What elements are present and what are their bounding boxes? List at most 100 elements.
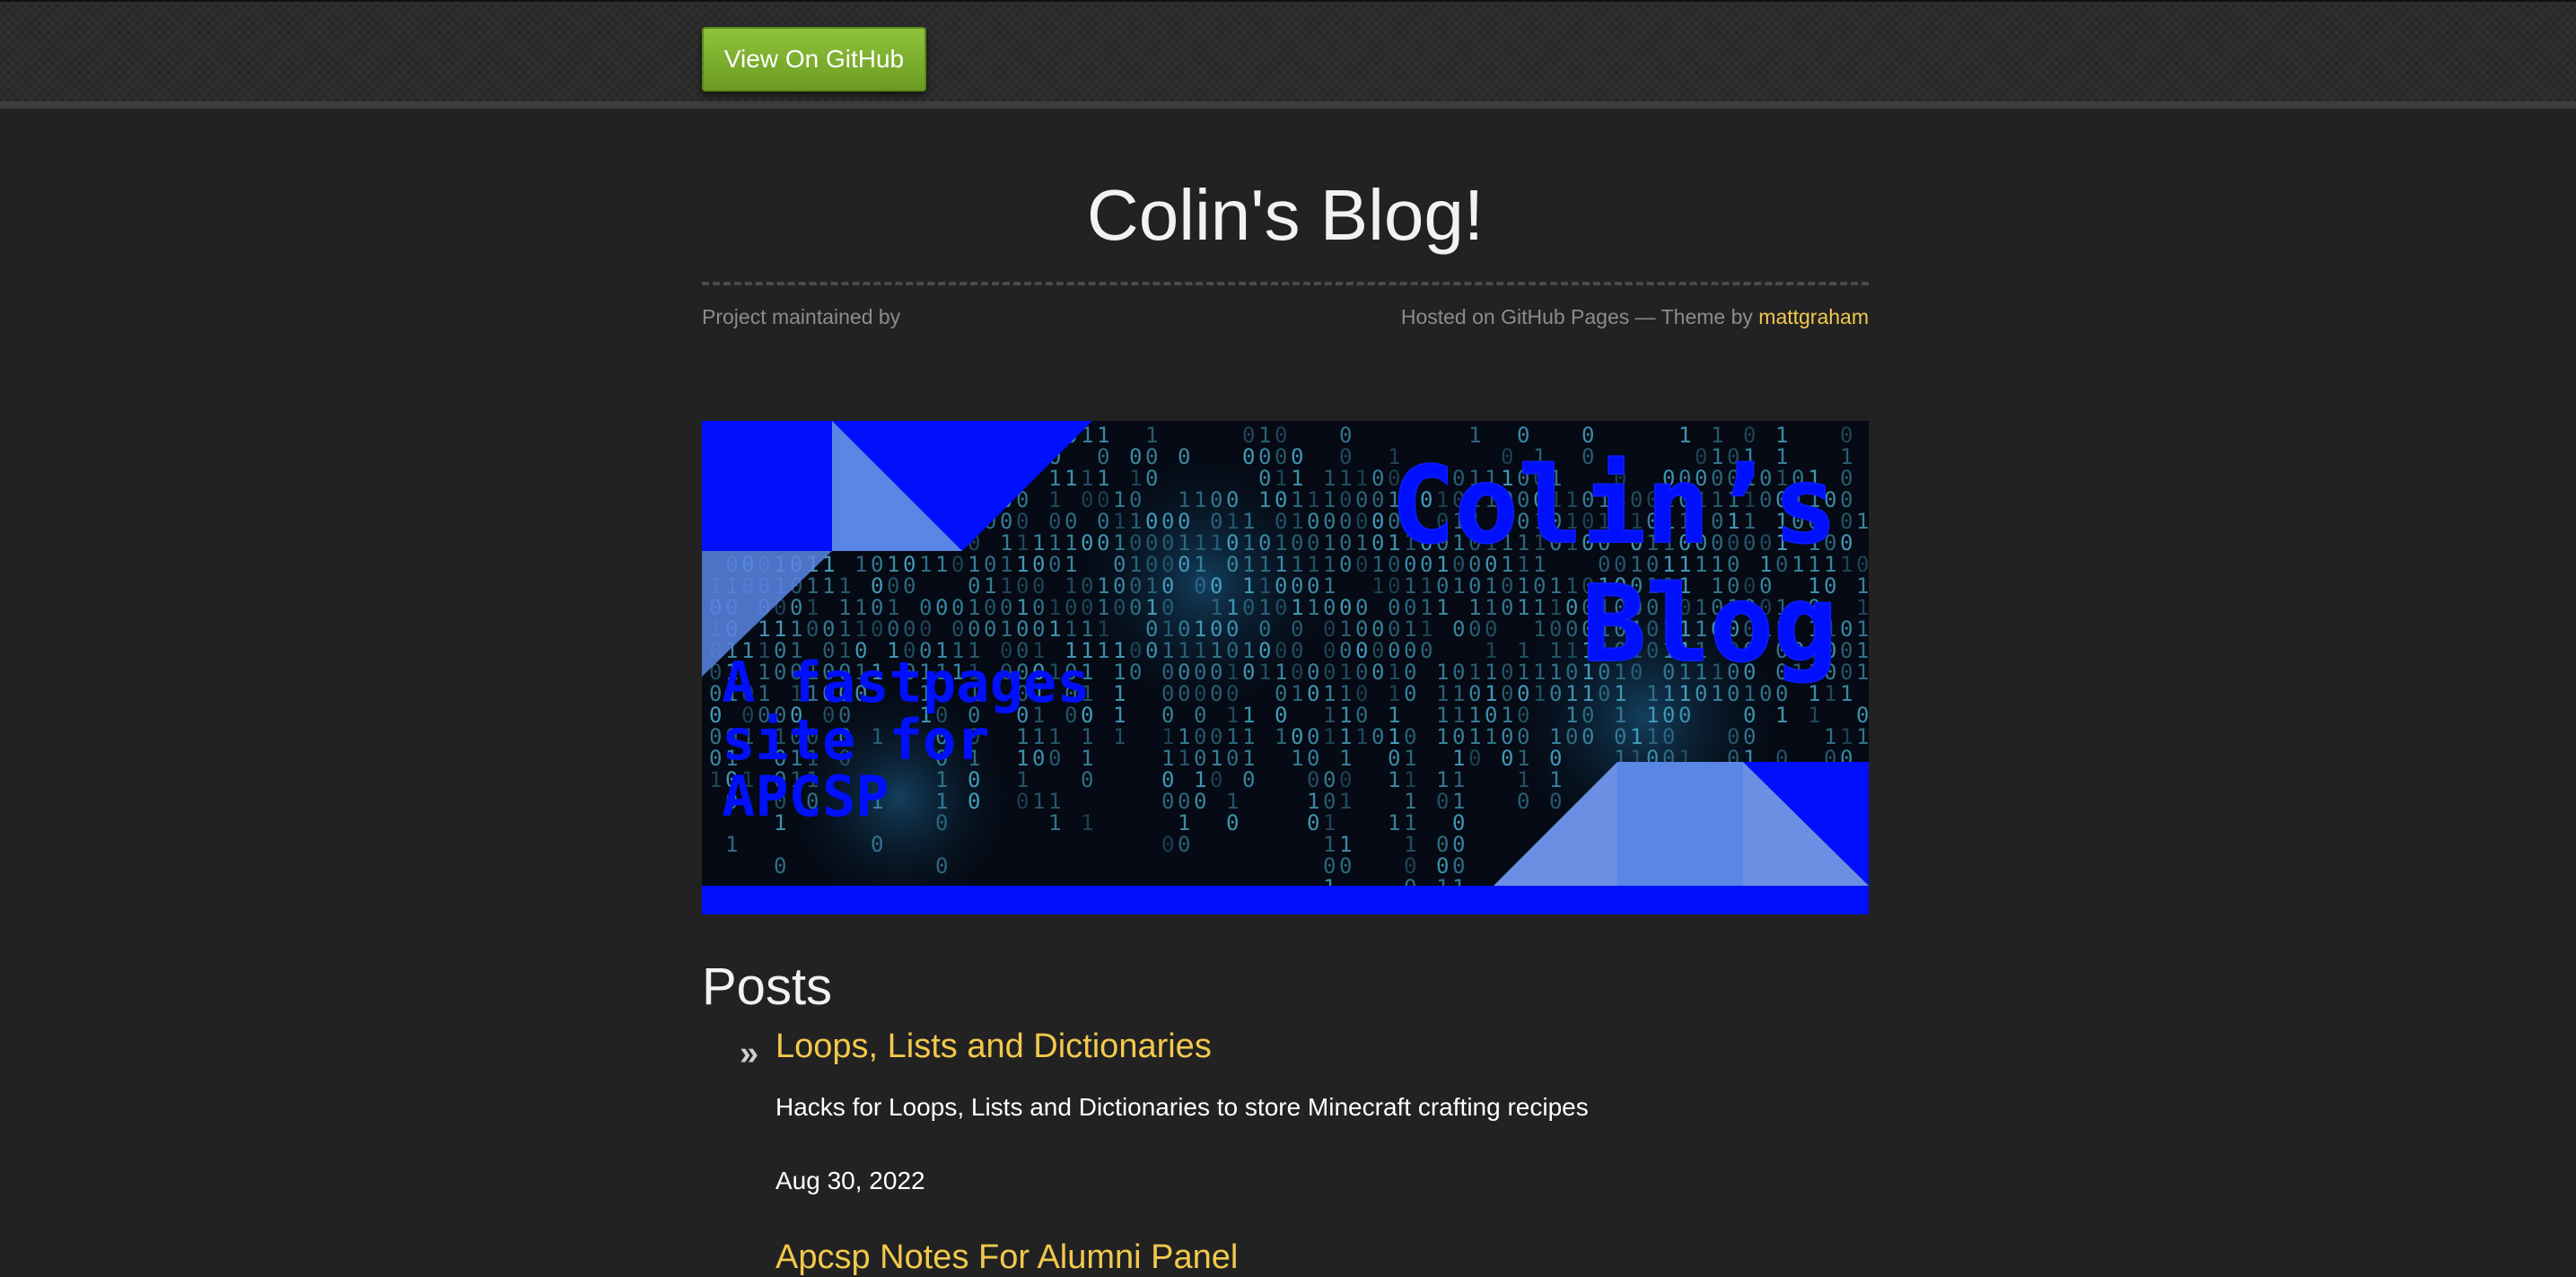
svg-text:0: 0 xyxy=(1517,789,1529,814)
svg-text:1: 1 xyxy=(822,573,835,599)
svg-text:0: 0 xyxy=(1048,552,1061,577)
post-description: Hacks for Loops, Lists and Dictionaries … xyxy=(775,1093,1589,1121)
svg-text:0: 0 xyxy=(1242,444,1255,469)
svg-text:0: 0 xyxy=(1420,638,1433,663)
top-bar: View On GitHub xyxy=(0,0,2576,109)
post-title-link[interactable]: Loops, Lists and Dictionaries xyxy=(775,1028,1212,1066)
svg-text:0: 0 xyxy=(1097,530,1109,555)
svg-text:1: 1 xyxy=(1307,595,1319,620)
svg-text:0: 0 xyxy=(1339,853,1352,879)
svg-text:1: 1 xyxy=(1485,724,1497,749)
svg-text:0: 0 xyxy=(1113,595,1126,620)
svg-text:1: 1 xyxy=(1452,573,1465,599)
svg-text:0: 0 xyxy=(1081,530,1093,555)
svg-text:1: 1 xyxy=(1081,810,1093,835)
svg-text:0: 0 xyxy=(1081,487,1093,512)
svg-text:1: 1 xyxy=(1065,466,1077,491)
banner-bottom-bar xyxy=(702,886,1869,914)
svg-text:0: 0 xyxy=(1242,660,1255,685)
svg-text:0: 0 xyxy=(1178,832,1190,857)
svg-text:1: 1 xyxy=(1436,595,1449,620)
svg-text:1: 1 xyxy=(1275,724,1287,749)
svg-text:1: 1 xyxy=(1048,810,1061,835)
svg-text:0: 0 xyxy=(1549,681,1562,706)
svg-text:1: 1 xyxy=(1113,724,1126,749)
svg-text:0: 0 xyxy=(935,595,948,620)
svg-text:0: 0 xyxy=(1307,810,1319,835)
svg-text:0: 0 xyxy=(1452,617,1465,642)
banner-subtitle-line3: APCSP xyxy=(722,764,889,829)
svg-text:0: 0 xyxy=(1355,552,1368,577)
svg-text:0: 0 xyxy=(1242,767,1255,792)
hosted-on-text: Hosted on GitHub Pages — Theme by xyxy=(1400,305,1753,328)
posts-heading: Posts xyxy=(702,958,833,1016)
svg-text:1: 1 xyxy=(1533,681,1546,706)
svg-text:1: 1 xyxy=(709,767,722,792)
svg-text:1: 1 xyxy=(1291,746,1303,771)
site-title: Colin's Blog! xyxy=(1086,175,1485,255)
svg-text:1: 1 xyxy=(725,832,738,857)
project-maintained-by: Project maintained by xyxy=(702,305,901,328)
svg-text:1: 1 xyxy=(1388,767,1400,792)
svg-text:0: 0 xyxy=(1226,810,1239,835)
svg-text:1: 1 xyxy=(1097,638,1109,663)
svg-text:0: 0 xyxy=(1032,746,1045,771)
svg-text:0: 0 xyxy=(871,617,883,642)
svg-text:0: 0 xyxy=(1129,660,1142,685)
svg-text:0: 0 xyxy=(1226,552,1239,577)
svg-text:1: 1 xyxy=(1355,724,1368,749)
svg-text:0: 0 xyxy=(1016,789,1029,814)
svg-text:0: 0 xyxy=(1210,767,1222,792)
banner-title-line2: Blog xyxy=(1582,562,1837,686)
svg-text:0: 0 xyxy=(984,617,996,642)
svg-text:0: 0 xyxy=(1371,660,1384,685)
blog-banner-image: 1011010000001110101001110100101001001101… xyxy=(702,421,1869,914)
svg-text:0: 0 xyxy=(1161,789,1174,814)
svg-text:0: 0 xyxy=(1194,573,1206,599)
banner-title-line1: Colin’s xyxy=(1391,443,1837,567)
svg-text:0: 0 xyxy=(1210,681,1222,706)
svg-text:0: 0 xyxy=(774,853,786,879)
svg-text:0: 0 xyxy=(1081,767,1093,792)
svg-text:0: 0 xyxy=(903,573,916,599)
svg-text:1: 1 xyxy=(919,552,932,577)
svg-text:0: 0 xyxy=(1048,746,1061,771)
svg-text:0: 0 xyxy=(935,853,948,879)
svg-text:1: 1 xyxy=(1840,681,1853,706)
svg-text:0: 0 xyxy=(1501,746,1513,771)
svg-text:1: 1 xyxy=(1258,487,1271,512)
svg-text:0: 0 xyxy=(1307,681,1319,706)
svg-text:1: 1 xyxy=(1323,724,1336,749)
svg-text:0: 0 xyxy=(951,552,964,577)
view-on-github-button[interactable]: View On GitHub xyxy=(702,27,926,92)
double-chevron-icon: » xyxy=(740,1035,759,1072)
svg-text:0: 0 xyxy=(1145,638,1158,663)
svg-text:0: 0 xyxy=(1371,724,1384,749)
banner-subtitle-line1: A fastpages xyxy=(722,650,1091,715)
svg-text:0: 0 xyxy=(1582,724,1594,749)
svg-text:0: 0 xyxy=(1161,832,1174,857)
svg-text:1: 1 xyxy=(1533,617,1546,642)
theme-author-link[interactable]: mattgraham xyxy=(1758,305,1869,328)
svg-text:1: 1 xyxy=(1194,487,1206,512)
svg-text:0: 0 xyxy=(1178,444,1190,469)
svg-text:1: 1 xyxy=(1291,681,1303,706)
svg-text:0: 0 xyxy=(968,789,980,814)
svg-text:1: 1 xyxy=(1032,789,1045,814)
svg-text:0: 0 xyxy=(1501,595,1513,620)
svg-text:0: 0 xyxy=(1339,552,1352,577)
svg-text:1: 1 xyxy=(1808,703,1820,728)
svg-text:0: 0 xyxy=(935,810,948,835)
svg-text:1: 1 xyxy=(1517,595,1529,620)
svg-text:0: 0 xyxy=(1242,595,1255,620)
svg-text:0: 0 xyxy=(871,832,883,857)
svg-text:0: 0 xyxy=(1178,681,1190,706)
svg-text:1: 1 xyxy=(1178,746,1190,771)
svg-text:1: 1 xyxy=(1258,660,1271,685)
hosting-credit: Hosted on GitHub Pages — Theme by mattgr… xyxy=(1401,305,1869,329)
svg-text:0: 0 xyxy=(1468,746,1481,771)
svg-text:1: 1 xyxy=(1339,789,1352,814)
title-divider xyxy=(702,282,1869,285)
svg-text:0: 0 xyxy=(1549,789,1562,814)
svg-text:1: 1 xyxy=(1048,617,1061,642)
